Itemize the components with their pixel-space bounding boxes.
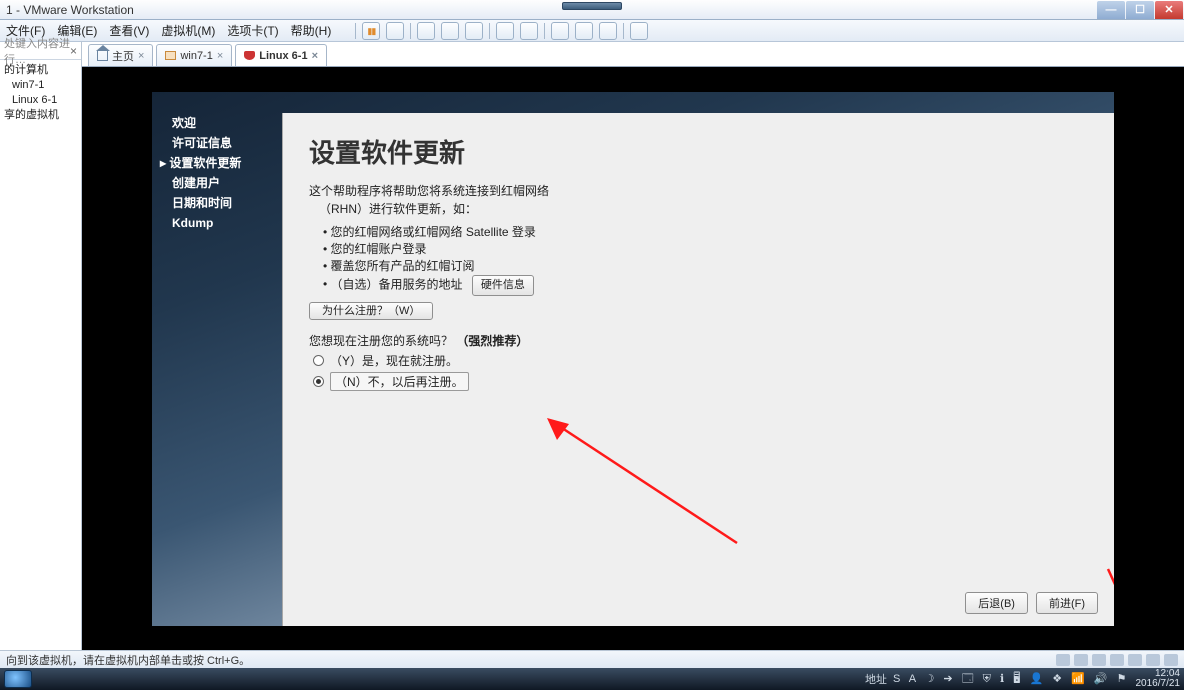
sidebar-close-icon[interactable]: × (70, 44, 77, 58)
redhat-icon (244, 51, 255, 60)
toolbar-btn-6[interactable] (520, 22, 538, 40)
window-titlebar: 1 - VMware Workstation — ☐ ✕ (0, 0, 1184, 20)
forward-button[interactable]: 前进(F) (1036, 592, 1098, 614)
step-welcome: 欢迎 (172, 113, 282, 133)
host-status-bar: 向到该虚拟机，请在虚拟机内部单击或按 Ctrl+G。 (0, 650, 1184, 668)
menu-help[interactable]: 帮助(H) (291, 22, 332, 39)
step-user: 创建用户 (172, 173, 282, 193)
toolbar (355, 22, 648, 40)
tab-home[interactable]: 主页 × (88, 44, 153, 66)
bullet-list: 您的红帽网络或红帽网络 Satellite 登录 您的红帽账户登录 覆盖您所有产… (323, 224, 1088, 296)
menubar: 文件(F) 编辑(E) 查看(V) 虚拟机(M) 选项卡(T) 帮助(H) (0, 20, 1184, 42)
toolbar-btn-10[interactable] (630, 22, 648, 40)
step-kdump: Kdump (172, 213, 282, 233)
system-clock[interactable]: 12:042016/7/21 (1136, 669, 1181, 689)
toolbar-btn-7[interactable] (551, 22, 569, 40)
vm-icon (165, 51, 176, 60)
tab-linux[interactable]: Linux 6-1 × (235, 44, 327, 66)
radio-yes-row[interactable]: （Y）是，现在就注册。 (313, 352, 1088, 369)
tree-root[interactable]: 的计算机 (4, 63, 77, 78)
tab-win7[interactable]: win7-1 × (156, 44, 232, 66)
window-title: 1 - VMware Workstation (0, 3, 1097, 17)
register-question: 您想现在注册您的系统吗？ （强烈推荐） (309, 332, 1088, 349)
pause-button[interactable] (362, 22, 380, 40)
back-button[interactable]: 后退(B) (965, 592, 1028, 614)
guest-screen[interactable]: 欢迎 许可证信息 设置软件更新 创建用户 日期和时间 Kdump 设置软件更新 … (152, 92, 1114, 626)
window-close-button[interactable]: ✕ (1155, 1, 1183, 19)
tree-vm-win7[interactable]: win7-1 (4, 78, 77, 93)
windows-taskbar: 地址 S A ☽ ➔ 🗔 ⛨ ℹ 🖥 👤 ❖ 📶 🔊 ⚑ 12:042016/7… (0, 668, 1184, 690)
radio-no[interactable] (313, 376, 324, 387)
toolbar-btn-4[interactable] (465, 22, 483, 40)
hwinfo-button[interactable]: 硬件信息 (472, 275, 534, 296)
toolbar-btn-8[interactable] (575, 22, 593, 40)
tray-icons[interactable]: S A ☽ ➔ 🗔 ⛨ ℹ 🖥 👤 ❖ 📶 🔊 ⚑ (893, 670, 1130, 689)
status-text: 向到该虚拟机，请在虚拟机内部单击或按 Ctrl+G。 (6, 652, 250, 668)
toolbar-btn-3[interactable] (441, 22, 459, 40)
start-button[interactable] (4, 670, 32, 688)
intro-text: 这个帮助程序将帮助您将系统连接到红帽网络 （RHN）进行软件更新，如： (309, 182, 1088, 218)
title-grip (562, 2, 622, 10)
close-icon[interactable]: × (217, 50, 223, 62)
step-license: 许可证信息 (172, 133, 282, 153)
wizard-steps: 欢迎 许可证信息 设置软件更新 创建用户 日期和时间 Kdump (152, 113, 282, 626)
vm-viewport[interactable]: 欢迎 许可证信息 设置软件更新 创建用户 日期和时间 Kdump 设置软件更新 … (82, 67, 1184, 650)
radio-no-row[interactable]: （N）不，以后再注册。 (313, 372, 1088, 391)
toolbar-btn-9[interactable] (599, 22, 617, 40)
menu-view[interactable]: 查看(V) (109, 22, 149, 39)
close-icon[interactable]: × (138, 50, 144, 62)
page-title: 设置软件更新 (309, 133, 1088, 170)
home-icon (97, 50, 108, 61)
tree-vm-linux[interactable]: Linux 6-1 (4, 93, 77, 108)
menu-vm[interactable]: 虚拟机(M) (161, 22, 215, 39)
toolbar-btn-5[interactable] (496, 22, 514, 40)
close-icon[interactable]: × (312, 50, 318, 62)
window-minimize-button[interactable]: — (1097, 1, 1125, 19)
wizard-main: 设置软件更新 这个帮助程序将帮助您将系统连接到红帽网络 （RHN）进行软件更新，… (282, 113, 1114, 626)
library-sidebar: 处键入内容进行… × 的计算机 win7-1 Linux 6-1 享的虚拟机 (0, 42, 82, 650)
why-register-button[interactable]: 为什么注册？（W） (309, 302, 433, 320)
toolbar-btn-2[interactable] (417, 22, 435, 40)
status-device-icons (1056, 654, 1178, 666)
step-updates: 设置软件更新 (172, 153, 282, 173)
window-maximize-button[interactable]: ☐ (1126, 1, 1154, 19)
tree-shared[interactable]: 享的虚拟机 (4, 108, 77, 123)
document-tabs: 主页 × win7-1 × Linux 6-1 × (82, 42, 1184, 67)
radio-yes[interactable] (313, 355, 324, 366)
address-label: 地址 (865, 671, 887, 687)
toolbar-btn-1[interactable] (386, 22, 404, 40)
menu-tabs[interactable]: 选项卡(T) (227, 22, 278, 39)
step-date: 日期和时间 (172, 193, 282, 213)
